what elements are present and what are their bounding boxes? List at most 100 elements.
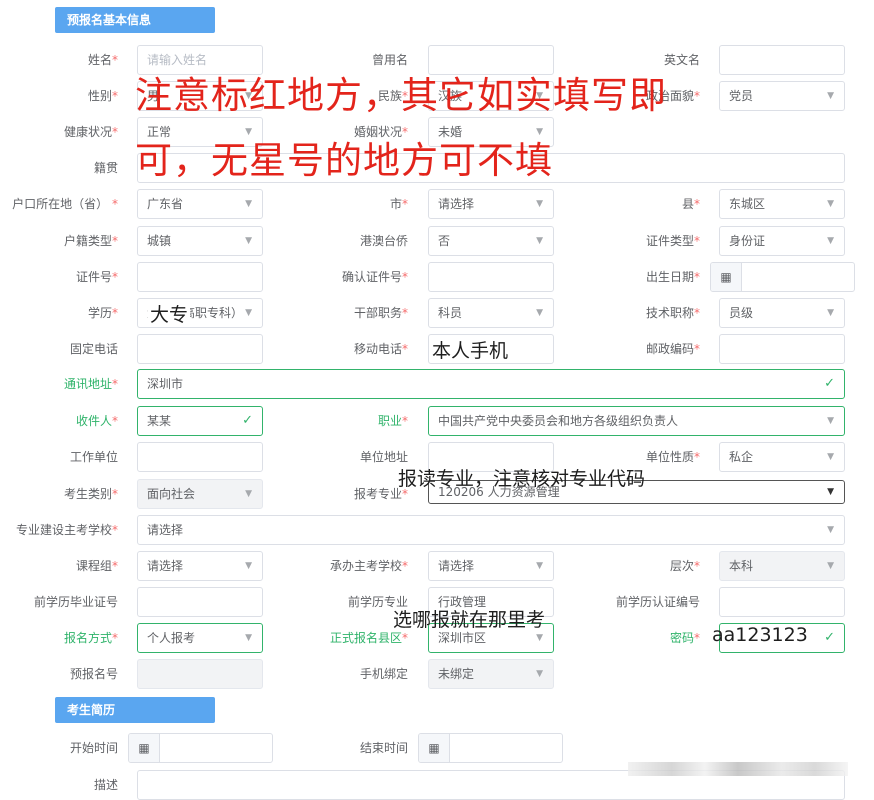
chevron-down-icon: ▼ xyxy=(245,633,252,643)
end-time-label: 结束时间 xyxy=(359,741,408,755)
phone-bind-select[interactable]: 未绑定 ▼ xyxy=(428,659,554,689)
landline-input[interactable] xyxy=(137,334,263,364)
landline-label: 固定电话 xyxy=(69,342,118,356)
id-no-input[interactable] xyxy=(137,262,263,292)
check-icon: ✓ xyxy=(824,630,835,645)
id-confirm-label: 确认证件号* xyxy=(341,270,408,284)
prereg-no-label: 预报名号 xyxy=(69,667,118,681)
chevron-down-icon: ▼ xyxy=(827,452,834,462)
chevron-down-icon: ▼ xyxy=(827,236,834,246)
chevron-down-icon: ▼ xyxy=(536,561,543,571)
candidate-type-select[interactable]: 面向社会 ▼ xyxy=(137,479,263,509)
prev-major-label: 前学历专业 xyxy=(347,595,408,609)
chevron-down-icon: ▼ xyxy=(827,199,834,209)
blurred-watermark xyxy=(628,762,848,776)
name-label: 姓名* xyxy=(87,53,118,67)
hukou-type-select[interactable]: 城镇 ▼ xyxy=(137,226,263,256)
chevron-down-icon: ▼ xyxy=(536,308,543,318)
calendar-icon[interactable]: ▦ xyxy=(419,734,450,762)
instruction-annotation-line2: 可，无星号的地方可不填 xyxy=(135,139,553,182)
host-school-label: 承办主考学校* xyxy=(329,559,408,573)
instruction-annotation-line1: 注意标红地方，其它如实填写即 xyxy=(135,74,667,117)
occupation-label: 职业* xyxy=(377,414,408,428)
postcode-label: 邮政编码* xyxy=(645,342,700,356)
major-school-select[interactable]: 请选择 ▼ xyxy=(137,515,845,545)
course-group-select[interactable]: 请选择 ▼ xyxy=(137,551,263,581)
occupation-select[interactable]: 中国共产党中央委员会和地方各级组织负责人 ▼ xyxy=(428,406,845,436)
chevron-down-icon: ▼ xyxy=(536,199,543,209)
chevron-down-icon: ▼ xyxy=(827,561,834,571)
employer-input[interactable] xyxy=(137,442,263,472)
employer-addr-label: 单位地址 xyxy=(359,450,408,464)
level-select[interactable]: 本科 ▼ xyxy=(719,551,845,581)
id-type-label: 证件类型* xyxy=(645,234,700,248)
chevron-down-icon: ▼ xyxy=(245,199,252,209)
education-annotation: 大专 xyxy=(148,300,191,327)
native-place-label: 籍贯 xyxy=(93,161,118,175)
recipient-label: 收件人* xyxy=(75,414,118,428)
reg-method-label: 报名方式* xyxy=(63,631,118,645)
candidate-type-label: 考生类别* xyxy=(63,487,118,501)
city-select[interactable]: 请选择 ▼ xyxy=(428,189,554,219)
password-label: 密码* xyxy=(669,631,700,645)
id-type-select[interactable]: 身份证 ▼ xyxy=(719,226,845,256)
chevron-down-icon: ▼ xyxy=(536,236,543,246)
tech-title-select[interactable]: 员级 ▼ xyxy=(719,298,845,328)
city-label: 市* xyxy=(389,197,408,211)
political-select[interactable]: 党员 ▼ xyxy=(719,81,845,111)
birth-date-picker[interactable]: ▦ xyxy=(710,262,855,292)
hukou-province-select[interactable]: 广东省 ▼ xyxy=(137,189,263,219)
exam-location-annotation: 选哪报就在那里考 xyxy=(393,609,546,631)
chevron-down-icon: ▼ xyxy=(827,487,834,497)
id-no-label: 证件号* xyxy=(75,270,118,284)
major-school-label: 专业建设主考学校* xyxy=(15,523,118,537)
prev-verify-input[interactable] xyxy=(719,587,845,617)
hukou-province-label: 户口所在地（省） * xyxy=(12,197,118,211)
postcode-input[interactable] xyxy=(719,334,845,364)
chevron-down-icon: ▼ xyxy=(245,561,252,571)
chevron-down-icon: ▼ xyxy=(827,91,834,101)
level-label: 层次* xyxy=(669,559,700,573)
hukou-type-label: 户籍类型* xyxy=(63,234,118,248)
id-confirm-input[interactable] xyxy=(428,262,554,292)
description-label: 描述 xyxy=(93,778,118,792)
end-time-picker[interactable]: ▦ xyxy=(418,733,563,763)
calendar-icon[interactable]: ▦ xyxy=(711,263,742,291)
mobile-annotation: 本人手机 xyxy=(432,340,509,362)
chevron-down-icon: ▼ xyxy=(827,525,834,535)
chevron-down-icon: ▼ xyxy=(827,308,834,318)
host-school-select[interactable]: 请选择 ▼ xyxy=(428,551,554,581)
english-name-input[interactable] xyxy=(719,45,845,75)
prev-cert-input[interactable] xyxy=(137,587,263,617)
start-time-picker[interactable]: ▦ xyxy=(128,733,273,763)
hk-mo-tw-select[interactable]: 否 ▼ xyxy=(428,226,554,256)
recipient-input[interactable]: 某某 ✓ xyxy=(137,406,263,436)
mobile-label: 移动电话* xyxy=(353,342,408,356)
course-group-label: 课程组* xyxy=(75,559,118,573)
check-icon: ✓ xyxy=(824,376,835,391)
education-label: 学历* xyxy=(87,306,118,320)
gender-label: 性别* xyxy=(87,89,118,103)
calendar-icon[interactable]: ▦ xyxy=(129,734,160,762)
phone-bind-label: 手机绑定 xyxy=(359,667,408,681)
prev-cert-label: 前学历毕业证号 xyxy=(33,595,118,609)
birth-date-label: 出生日期* xyxy=(645,270,700,284)
chevron-down-icon: ▼ xyxy=(245,489,252,499)
employer-type-select[interactable]: 私企 ▼ xyxy=(719,442,845,472)
section-tab-basic-info[interactable]: 预报名基本信息 xyxy=(55,7,215,33)
address-input[interactable]: 深圳市 ✓ xyxy=(137,369,845,399)
section-tab-resume[interactable]: 考生简历 xyxy=(55,697,215,723)
chevron-down-icon: ▼ xyxy=(245,236,252,246)
county-select[interactable]: 东城区 ▼ xyxy=(719,189,845,219)
address-label: 通讯地址* xyxy=(63,377,118,391)
tech-title-label: 技术职称* xyxy=(645,306,700,320)
start-time-label: 开始时间 xyxy=(69,741,118,755)
major-annotation: 报读专业，注意核对专业代码 xyxy=(398,468,646,490)
password-annotation: aa123123 xyxy=(712,624,808,646)
cadre-post-select[interactable]: 科员 ▼ xyxy=(428,298,554,328)
major-label: 报考专业* xyxy=(353,487,408,501)
check-icon: ✓ xyxy=(242,413,253,428)
reg-method-select[interactable]: 个人报考 ▼ xyxy=(137,623,263,653)
reg-county-label: 正式报名县区* xyxy=(329,631,408,645)
prereg-no-input[interactable] xyxy=(137,659,263,689)
